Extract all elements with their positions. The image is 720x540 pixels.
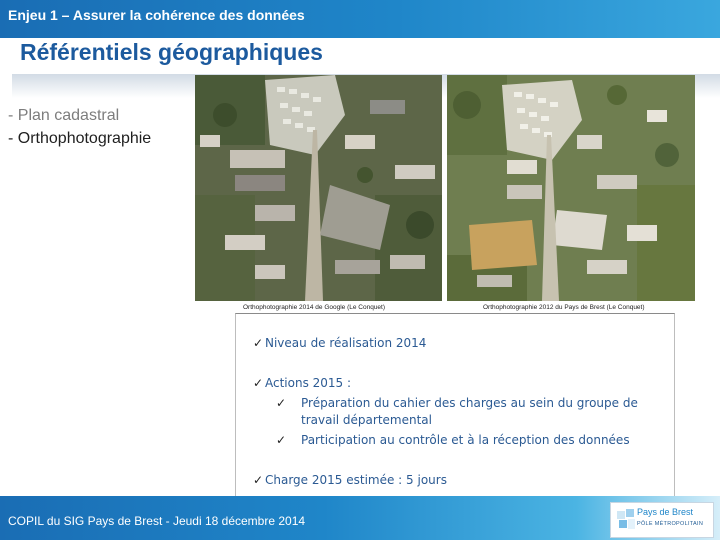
- logo-name: Pays de Brest: [637, 507, 694, 517]
- photo-caption-pays-de-brest: Orthophotographie 2012 du Pays de Brest …: [483, 304, 645, 311]
- check-icon: ✓: [276, 433, 287, 447]
- logo-subtitle: PÔLE MÉTROPOLITAIN: [637, 521, 704, 527]
- check-icon: ✓: [276, 396, 287, 410]
- footer-text: COPIL du SIG Pays de Brest - Jeudi 18 dé…: [8, 514, 306, 528]
- check-icon: ✓: [253, 473, 264, 487]
- status-subitem-controle: Participation au contrôle et à la récept…: [301, 433, 630, 447]
- photo-caption-google: Orthophotographie 2014 de Google (Le Con…: [243, 304, 386, 311]
- topic-list: - Plan cadastral - Orthophotographie: [8, 104, 151, 150]
- status-box: ✓ Niveau de réalisation 2014 ✓ Actions 2…: [235, 313, 675, 498]
- aerial-photo-pays-de-brest: [447, 75, 695, 301]
- status-item-charge-2015: Charge 2015 estimée : 5 jours: [265, 473, 447, 487]
- header-title: Enjeu 1 – Assurer la cohérence des donné…: [8, 7, 305, 23]
- check-icon: ✓: [253, 376, 264, 390]
- pays-de-brest-logo: Pays de Brest PÔLE MÉTROPOLITAIN: [610, 502, 714, 538]
- status-subitem-cahier-des-charges: Préparation du cahier des charges au sei…: [301, 396, 638, 427]
- aerial-photo-google: [195, 75, 442, 301]
- status-item-2014: Niveau de réalisation 2014: [265, 336, 427, 350]
- check-icon: ✓: [253, 336, 264, 350]
- topic-item-cadastral: - Plan cadastral: [8, 107, 120, 124]
- page-title: Référentiels géographiques: [20, 39, 323, 65]
- pays-de-brest-logo-mark: [617, 509, 635, 529]
- topic-item-ortho: - Orthophotographie: [8, 130, 152, 147]
- status-item-actions-2015: Actions 2015 :: [265, 376, 352, 390]
